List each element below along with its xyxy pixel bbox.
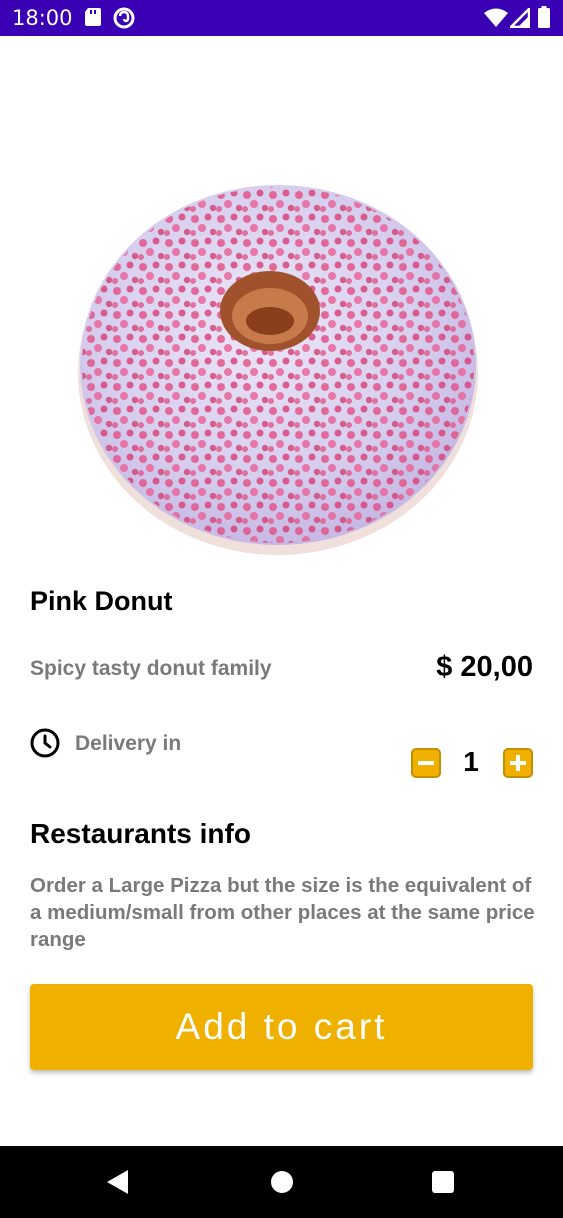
clock-icon [30, 728, 60, 758]
pink-donut-image [60, 141, 500, 561]
battery-icon [538, 6, 550, 33]
increase-quantity-button[interactable] [503, 748, 533, 778]
home-icon[interactable] [271, 1171, 293, 1193]
restaurant-info-title: Restaurants info [30, 818, 251, 849]
recents-icon[interactable] [432, 1171, 454, 1193]
back-icon[interactable] [107, 1170, 128, 1194]
quantity-value: 1 [463, 746, 479, 777]
status-bar: 18:00 [0, 0, 563, 36]
sd-card-icon [84, 7, 102, 32]
wifi-icon [484, 8, 508, 33]
signal-icon [507, 5, 531, 33]
add-to-cart-button[interactable]: Add to cart [30, 984, 533, 1070]
delivery-label: Delivery in [75, 732, 182, 755]
product-price: $ 20,00 [436, 651, 533, 683]
decrease-quantity-button[interactable] [411, 748, 441, 778]
do-not-disturb-icon [113, 7, 135, 34]
status-time: 18:00 [12, 6, 73, 30]
product-title: Pink Donut [30, 586, 173, 616]
product-subtitle: Spicy tasty donut family [30, 657, 272, 680]
restaurant-info-description: Order a Large Pizza but the size is the … [30, 874, 535, 951]
